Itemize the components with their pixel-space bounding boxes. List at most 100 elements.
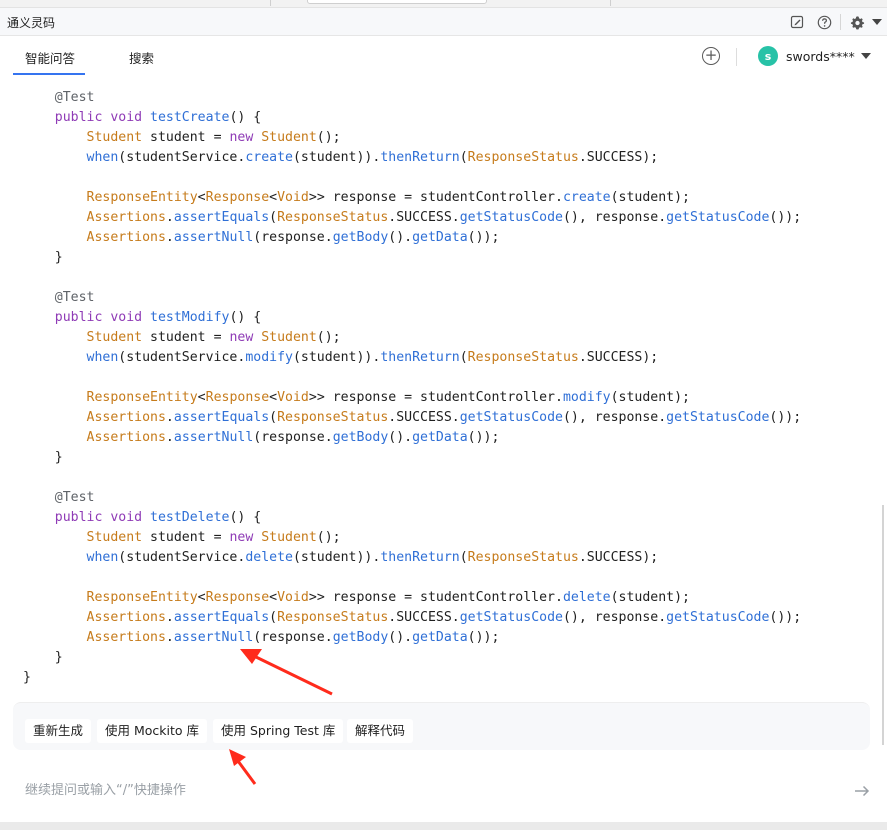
code-token: Student <box>23 530 151 545</box>
code-token: getBody <box>332 230 389 245</box>
bottom-strip <box>0 822 887 830</box>
code-token: new <box>229 330 262 345</box>
code-token: @Test <box>23 490 95 505</box>
code-token: (response. <box>253 630 333 645</box>
code-token: assertNull <box>173 430 254 445</box>
tab-search[interactable]: 搜索 <box>129 48 154 67</box>
code-token: Response <box>205 590 270 605</box>
regenerate-button[interactable]: 重新生成 <box>25 719 92 743</box>
code-token: delete <box>245 550 293 565</box>
edit-icon[interactable] <box>789 14 805 30</box>
code-token: getStatusCode <box>459 610 563 625</box>
code-token: ()); <box>467 430 500 445</box>
code-token: ()); <box>467 230 500 245</box>
code-token: (); <box>316 330 341 345</box>
arrow-right-icon[interactable] <box>852 783 872 799</box>
code-token: assertEquals <box>173 410 270 425</box>
username[interactable]: swords**** <box>786 49 855 64</box>
code-line: } <box>23 668 31 688</box>
scrollbar[interactable] <box>882 505 884 745</box>
code-token: (), response. <box>562 410 667 425</box>
code-token: public <box>23 510 111 525</box>
code-token: (), response. <box>562 610 667 625</box>
code-token: (studentService. <box>118 150 246 165</box>
code-token: create <box>562 190 611 205</box>
code-token: getData <box>412 230 468 245</box>
divider <box>840 14 841 30</box>
code-line: @Test <box>23 488 95 508</box>
more-options-icon[interactable] <box>869 14 885 30</box>
code-token: < <box>269 590 278 605</box>
code-token: testModify <box>150 310 230 325</box>
code-token: < <box>197 590 206 605</box>
code-token: < <box>197 190 206 205</box>
divider <box>736 48 737 66</box>
code-token: (student)). <box>292 150 381 165</box>
code-token: < <box>197 390 206 405</box>
code-line: Student student = new Student(); <box>23 528 341 548</box>
chevron-down-icon[interactable] <box>861 53 871 59</box>
code-token: ResponseEntity <box>23 390 198 405</box>
tab-bar: 智能问答 搜索 + s swords**** <box>0 37 887 77</box>
code-token: } <box>23 450 63 465</box>
code-token: ( <box>459 550 468 565</box>
code-line: Assertions.assertEquals(ResponseStatus.S… <box>23 208 802 228</box>
code-token: new <box>229 530 262 545</box>
gear-icon[interactable] <box>849 14 865 30</box>
code-line: Student student = new Student(); <box>23 328 341 348</box>
code-token: ResponseStatus <box>467 150 579 165</box>
avatar[interactable]: s <box>758 46 778 66</box>
code-line: ResponseEntity<Response<Void>> response … <box>23 188 690 208</box>
code-token: < <box>269 190 278 205</box>
code-line: Student student = new Student(); <box>23 128 341 148</box>
code-token: (studentService. <box>118 550 246 565</box>
code-token: } <box>23 650 63 665</box>
code-token: >> response = studentController. <box>308 390 563 405</box>
code-token: ( <box>269 410 278 425</box>
code-token: ResponseStatus <box>467 350 579 365</box>
code-token: modify <box>245 350 293 365</box>
code-token: Assertions <box>23 430 166 445</box>
chat-input[interactable] <box>25 783 825 798</box>
code-token: (response. <box>253 230 333 245</box>
code-token: Student <box>23 330 151 345</box>
code-line: } <box>23 648 63 668</box>
code-token: getData <box>412 430 468 445</box>
code-token: assertEquals <box>173 610 270 625</box>
plus-circle-icon[interactable]: + <box>702 47 720 65</box>
use-spring-test-button[interactable]: 使用 Spring Test 库 <box>213 719 344 743</box>
code-token: ResponseStatus <box>277 210 389 225</box>
code-token: < <box>269 390 278 405</box>
use-mockito-button[interactable]: 使用 Mockito 库 <box>97 719 208 743</box>
code-token: ()); <box>769 610 802 625</box>
code-token: ResponseEntity <box>23 190 198 205</box>
code-token: new <box>229 130 262 145</box>
address-field-edge <box>307 0 487 4</box>
code-token: ()); <box>769 210 802 225</box>
code-line: Assertions.assertNull(response.getBody()… <box>23 228 500 248</box>
code-token: public <box>23 310 111 325</box>
code-token: () { <box>229 510 262 525</box>
code-token: getStatusCode <box>666 410 770 425</box>
code-token: when <box>23 150 119 165</box>
code-token: .SUCCESS); <box>578 350 659 365</box>
code-token: getData <box>412 630 468 645</box>
explain-code-button[interactable]: 解释代码 <box>347 719 414 743</box>
code-line: Assertions.assertNull(response.getBody()… <box>23 628 500 648</box>
code-token: @Test <box>23 290 95 305</box>
code-token: Response <box>205 190 270 205</box>
code-token: >> response = studentController. <box>308 590 563 605</box>
code-token: public <box>23 110 111 125</box>
help-icon[interactable] <box>816 14 832 30</box>
code-token: Assertions <box>23 630 166 645</box>
code-token: assertEquals <box>173 210 270 225</box>
code-token: thenReturn <box>380 150 460 165</box>
code-token: getBody <box>332 430 389 445</box>
chat-input-area <box>13 765 878 820</box>
code-token: void <box>110 510 151 525</box>
tab-smart-qa[interactable]: 智能问答 <box>25 48 75 67</box>
code-line: public void testDelete() { <box>23 508 261 528</box>
code-token: when <box>23 550 119 565</box>
code-token: testDelete <box>150 510 230 525</box>
code-token: (); <box>316 530 341 545</box>
